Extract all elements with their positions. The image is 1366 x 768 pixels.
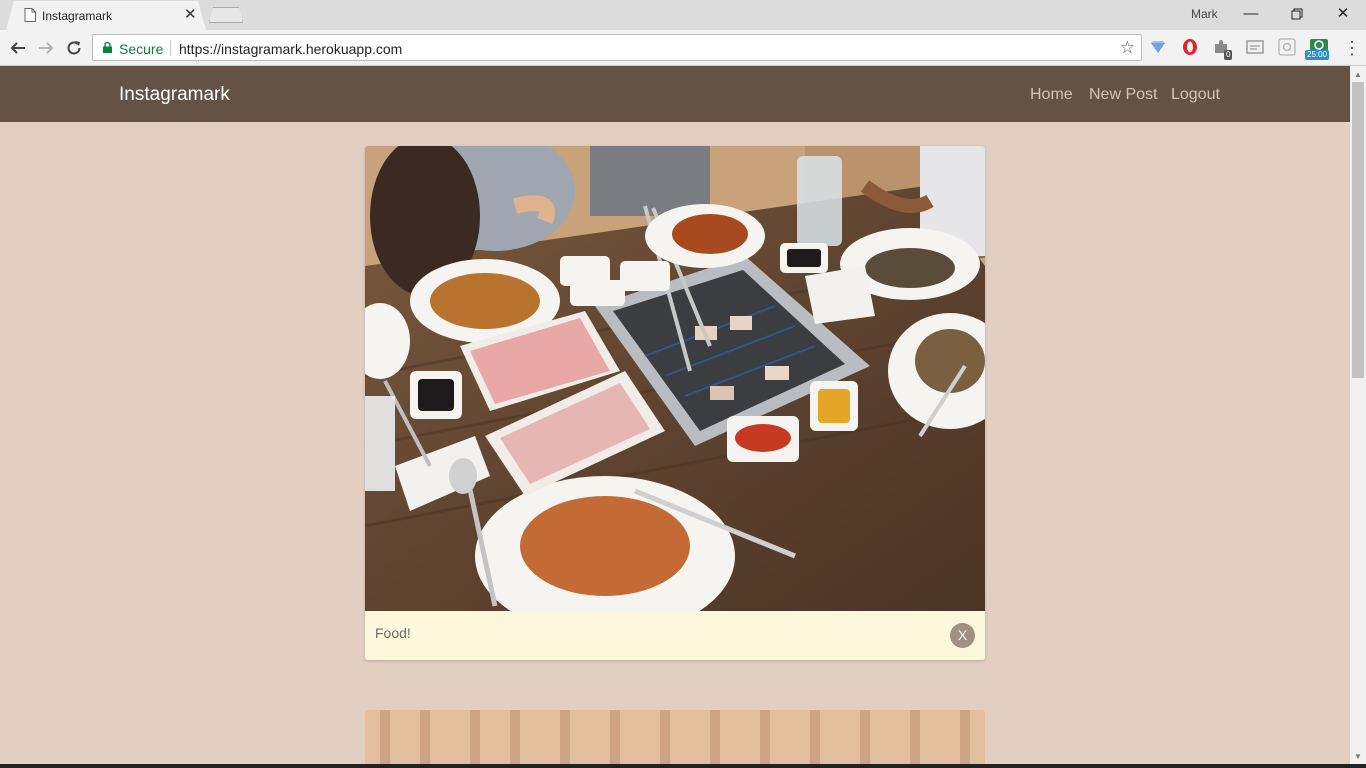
- bookmark-star-icon[interactable]: ☆: [1120, 38, 1135, 58]
- url-text[interactable]: https://instagramark.herokuapp.com: [179, 41, 402, 57]
- back-icon[interactable]: [6, 36, 30, 60]
- browser-menu-icon[interactable]: ⋮: [1343, 36, 1361, 60]
- window-close-icon[interactable]: ✕: [1332, 4, 1354, 24]
- nav-link-home[interactable]: Home: [1030, 86, 1073, 104]
- scroll-down-icon[interactable]: ▼: [1354, 752, 1362, 761]
- site-navbar: Instagramark Home New Post Logout: [0, 66, 1350, 122]
- scroll-thumb[interactable]: [1352, 82, 1364, 378]
- timer-extension[interactable]: 25:00: [1305, 38, 1333, 62]
- next-post-card: [365, 710, 985, 768]
- css-extension-icon[interactable]: [1246, 38, 1264, 56]
- extension-counter[interactable]: 0: [1212, 38, 1236, 60]
- address-bar[interactable]: Secure https://instagramark.herokuapp.co…: [92, 34, 1142, 61]
- tab-title: Instagramark: [42, 9, 113, 23]
- post-caption: Food!: [375, 625, 411, 641]
- scroll-up-icon[interactable]: ▲: [1354, 70, 1362, 79]
- extension-shield-icon[interactable]: [1149, 38, 1167, 56]
- window-bottom-edge: [0, 764, 1366, 768]
- reload-icon[interactable]: [62, 36, 86, 60]
- browser-toolbar: Secure https://instagramark.herokuapp.co…: [0, 30, 1366, 66]
- nav-link-new-post[interactable]: New Post: [1089, 86, 1157, 104]
- profile-name[interactable]: Mark: [1191, 7, 1218, 21]
- post-photo[interactable]: [365, 146, 985, 611]
- timer-badge: 25:00: [1305, 50, 1330, 60]
- opera-icon[interactable]: [1181, 38, 1199, 56]
- lock-icon: [103, 42, 112, 53]
- new-tab-button[interactable]: [209, 7, 243, 23]
- tab-close-icon[interactable]: ✕: [184, 6, 197, 24]
- extension-badge-count: 0: [1224, 50, 1233, 60]
- forward-icon[interactable]: [34, 36, 58, 60]
- post-card: Food! X: [365, 146, 985, 660]
- next-post-photo[interactable]: [365, 710, 985, 768]
- browser-tab[interactable]: Instagramark ✕: [6, 1, 206, 30]
- browser-titlebar: Instagramark ✕ Mark — ✕: [0, 0, 1366, 30]
- nav-link-logout[interactable]: Logout: [1171, 86, 1220, 104]
- page-viewport: Instagramark Home New Post Logout Food! …: [0, 66, 1350, 768]
- restore-icon[interactable]: [1286, 4, 1308, 24]
- bbq-food-photo: [365, 146, 985, 611]
- page-icon: [24, 8, 36, 22]
- secure-label: Secure: [119, 41, 164, 57]
- brand-logo[interactable]: Instagramark: [119, 84, 230, 106]
- delete-post-button[interactable]: X: [950, 623, 975, 648]
- page-scrollbar[interactable]: ▲ ▼: [1350, 66, 1366, 768]
- minimize-icon[interactable]: —: [1240, 4, 1262, 24]
- post-caption-bar: Food! X: [365, 611, 985, 660]
- omnibox-divider: [170, 40, 171, 56]
- gear-extension-icon[interactable]: [1278, 38, 1296, 56]
